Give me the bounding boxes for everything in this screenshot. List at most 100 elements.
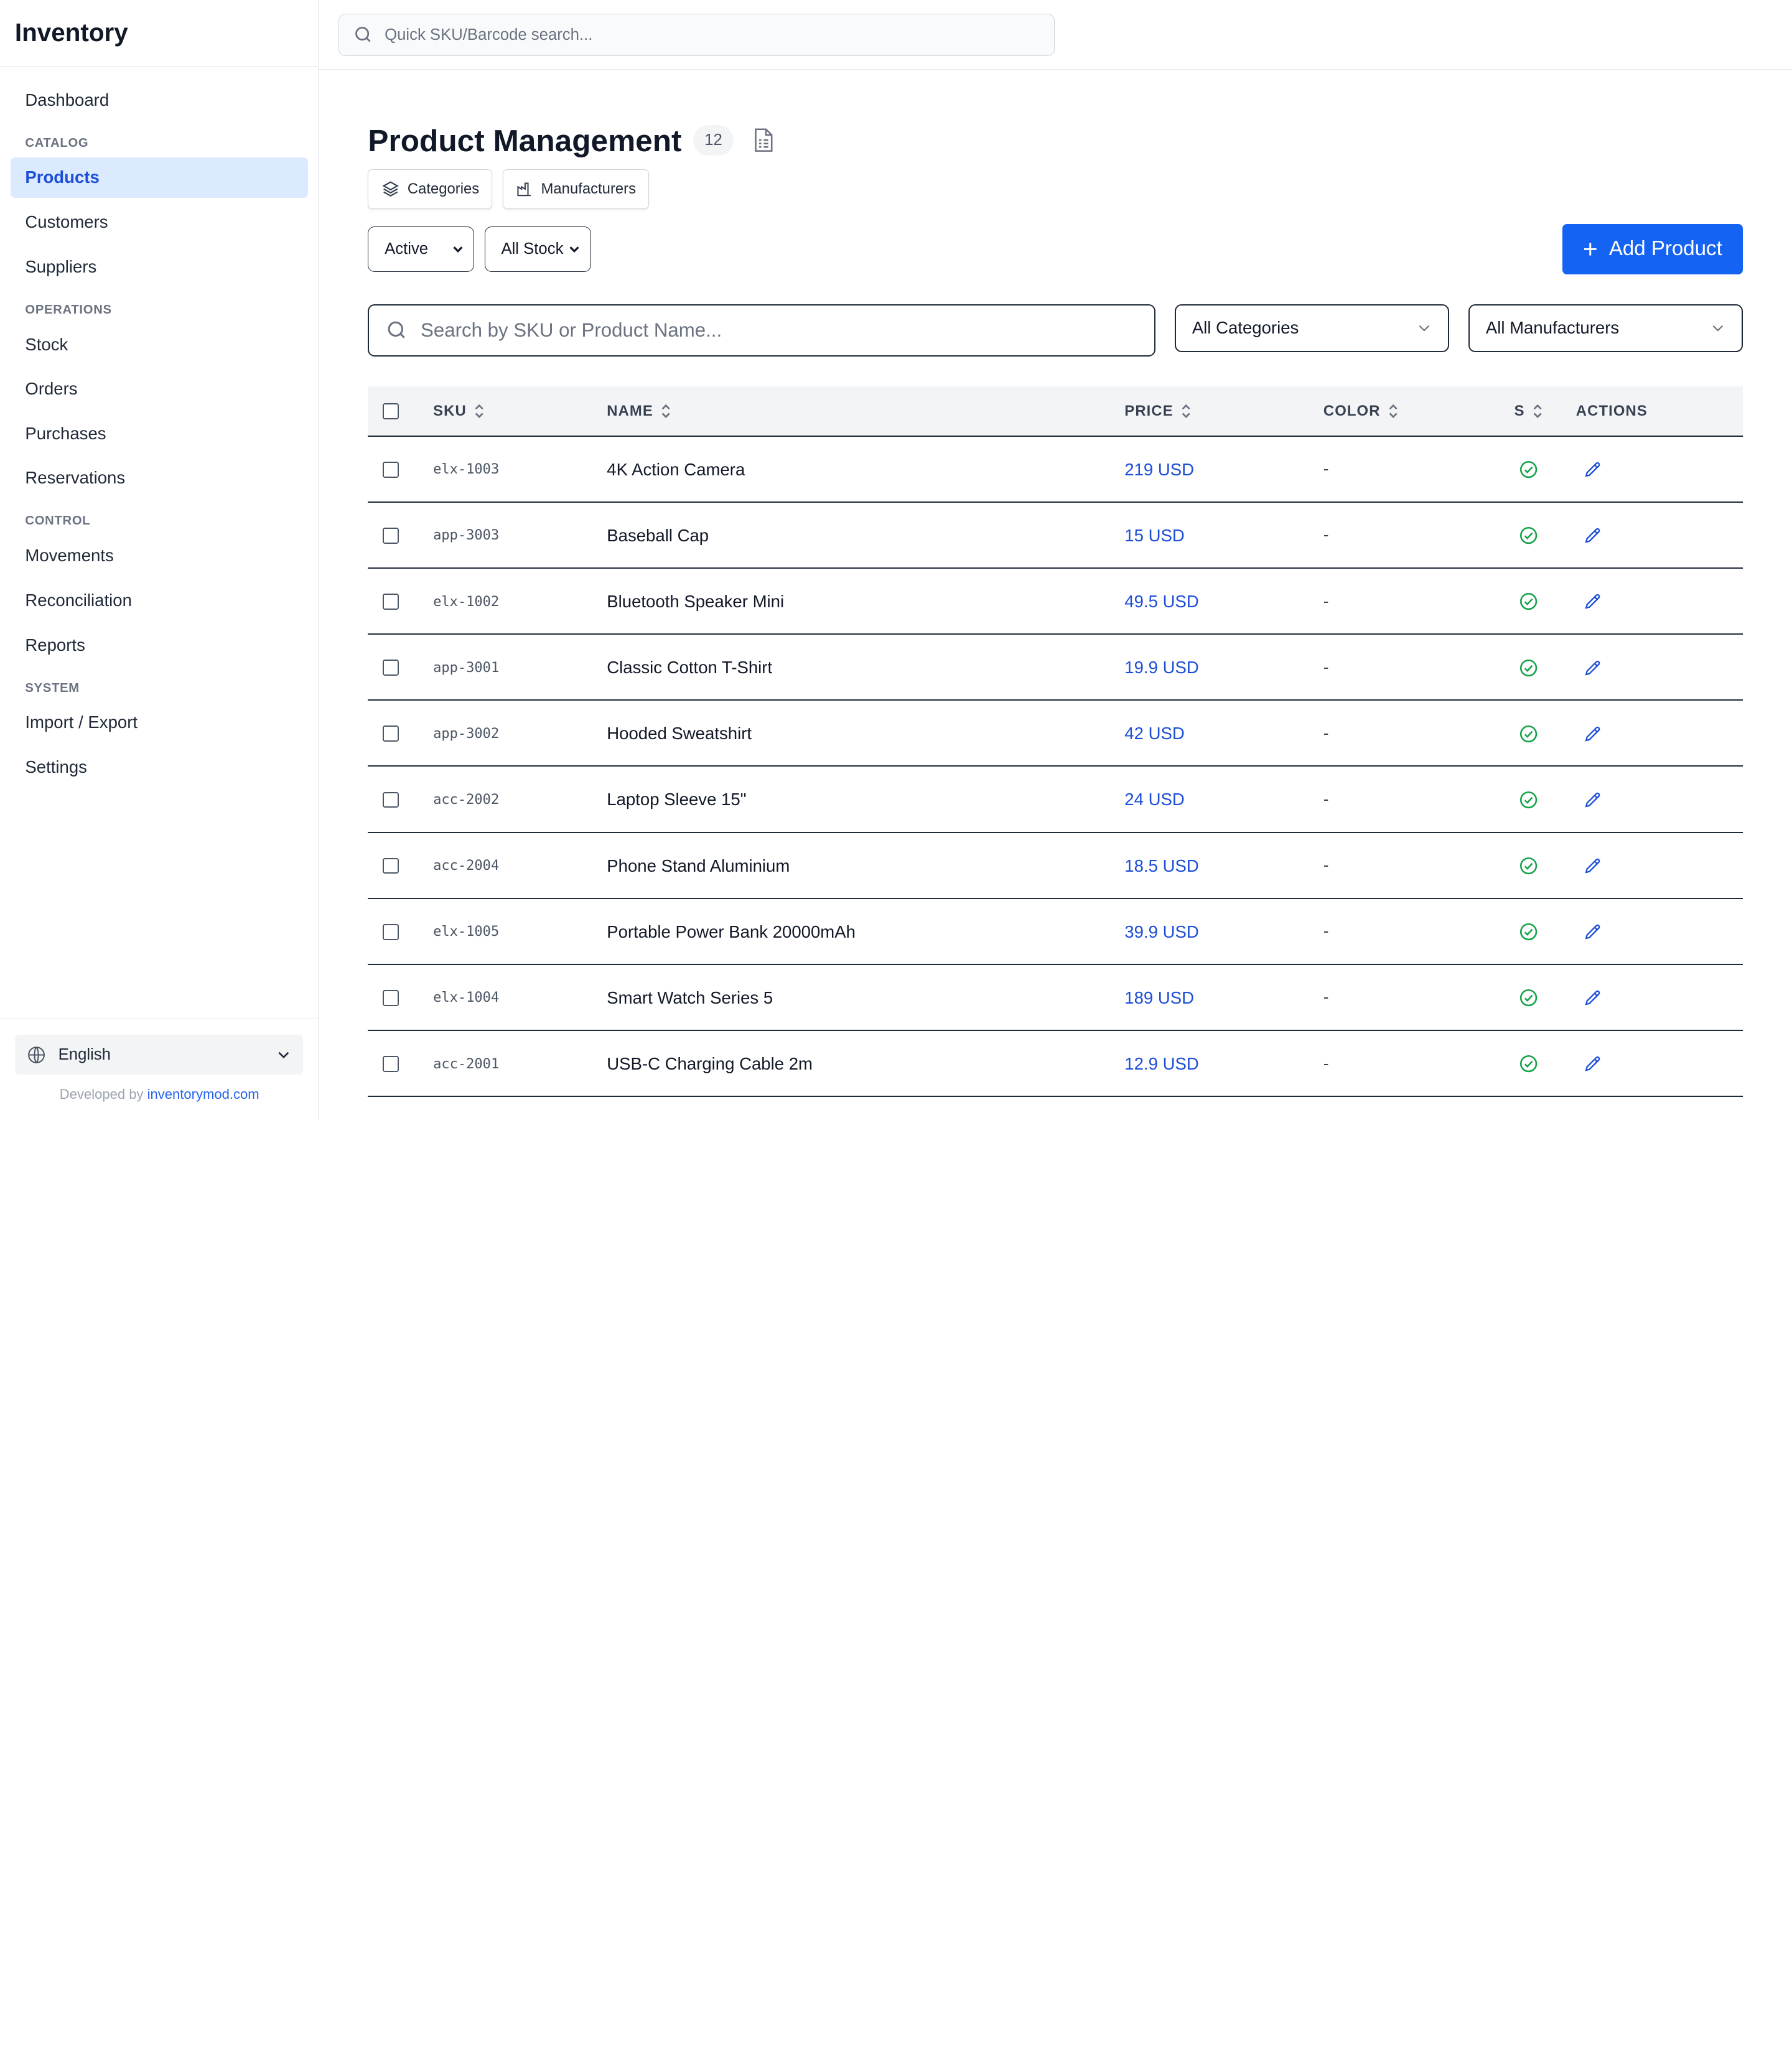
sidebar-item-purchases[interactable]: Purchases — [11, 414, 308, 454]
edit-action-cell[interactable] — [1583, 833, 1602, 899]
product-name-cell[interactable]: Phone Stand Aluminium — [607, 833, 790, 899]
price-cell[interactable]: 42 USD — [1124, 701, 1184, 767]
color-cell: - — [1323, 526, 1329, 544]
row-checkbox[interactable] — [383, 857, 399, 874]
price-cell[interactable]: 19.9 USD — [1124, 635, 1198, 701]
sidebar-item-orders[interactable]: Orders — [11, 369, 308, 409]
sidebar-item-stock[interactable]: Stock — [11, 325, 308, 365]
header-status[interactable]: S — [1514, 386, 1543, 437]
product-name-cell[interactable]: USB-C Charging Cable 2m — [607, 1031, 813, 1097]
pencil-icon[interactable] — [1583, 526, 1602, 545]
price-cell[interactable]: 12.9 USD — [1124, 1031, 1198, 1097]
stock-filter-select[interactable]: All Stock — [484, 226, 591, 273]
language-label: English — [58, 1045, 111, 1063]
row-checkbox[interactable] — [383, 461, 399, 478]
table-row[interactable]: app-3001 Classic Cotton T-Shirt 19.9 USD - — [368, 635, 1743, 701]
table-row[interactable]: elx-1005 Portable Power Bank 20000mAh 39.9… — [368, 899, 1743, 965]
edit-action-cell[interactable] — [1583, 437, 1602, 503]
row-checkbox[interactable] — [383, 725, 399, 742]
edit-action-cell[interactable] — [1583, 1031, 1602, 1097]
sidebar-item-import-export[interactable]: Import / Export — [11, 702, 308, 742]
edit-action-cell[interactable] — [1583, 767, 1602, 833]
table-row[interactable]: elx-1002 Bluetooth Speaker Mini 49.5 USD - — [368, 569, 1743, 635]
product-search-input[interactable] — [421, 319, 1129, 342]
sidebar-item-suppliers[interactable]: Suppliers — [11, 247, 308, 287]
product-name-cell[interactable]: Baseball Cap — [607, 503, 709, 569]
price-cell[interactable]: 49.5 USD — [1124, 569, 1198, 635]
categories-button[interactable]: Categories — [368, 169, 493, 210]
row-checkbox[interactable] — [383, 660, 399, 676]
product-name-cell[interactable]: Hooded Sweatshirt — [607, 701, 752, 767]
product-name-cell[interactable]: Portable Power Bank 20000mAh — [607, 899, 856, 965]
product-name-cell[interactable]: Bluetooth Speaker Mini — [607, 569, 784, 635]
price-cell[interactable]: 219 USD — [1124, 437, 1194, 503]
pencil-icon[interactable] — [1583, 790, 1602, 809]
product-name-cell[interactable]: Laptop Sleeve 15" — [607, 767, 746, 833]
row-checkbox[interactable] — [383, 791, 399, 808]
row-select-cell — [383, 965, 399, 1031]
header-color[interactable]: COLOR — [1323, 386, 1399, 437]
price-cell[interactable]: 189 USD — [1124, 965, 1194, 1031]
sidebar-item-settings[interactable]: Settings — [11, 747, 308, 787]
sidebar-item-dashboard[interactable]: Dashboard — [11, 80, 308, 120]
pencil-icon[interactable] — [1583, 1054, 1602, 1073]
table-row[interactable]: acc-2002 Laptop Sleeve 15" 24 USD - — [368, 767, 1743, 833]
select-all-checkbox[interactable] — [383, 403, 399, 420]
price-cell[interactable]: 18.5 USD — [1124, 833, 1198, 899]
nav-section-operations: OPERATIONS — [25, 302, 112, 317]
row-checkbox[interactable] — [383, 1056, 399, 1072]
quick-search-input[interactable] — [385, 26, 1025, 44]
pencil-icon[interactable] — [1583, 460, 1602, 479]
search-icon — [388, 322, 405, 339]
price-cell[interactable]: 24 USD — [1124, 767, 1184, 833]
edit-action-cell[interactable] — [1583, 569, 1602, 635]
color-cell: - — [1323, 857, 1329, 875]
row-checkbox[interactable] — [383, 923, 399, 940]
table-row[interactable]: elx-1003 4K Action Camera 219 USD - — [368, 437, 1743, 503]
manufacturers-button[interactable]: Manufacturers — [502, 169, 650, 210]
sidebar-item-reservations[interactable]: Reservations — [11, 458, 308, 498]
language-select[interactable]: English — [14, 1035, 303, 1075]
row-select-cell — [383, 1031, 399, 1097]
edit-action-cell[interactable] — [1583, 701, 1602, 767]
add-product-button[interactable]: + Add Product — [1562, 223, 1743, 274]
pencil-icon[interactable] — [1583, 922, 1602, 941]
price-cell[interactable]: 39.9 USD — [1124, 899, 1198, 965]
developer-link[interactable]: inventorymod.com — [147, 1086, 259, 1102]
row-checkbox[interactable] — [383, 990, 399, 1006]
category-select[interactable]: All Categories — [1175, 304, 1449, 352]
check-circle-icon — [1519, 725, 1538, 742]
product-name-cell[interactable]: 4K Action Camera — [607, 437, 745, 503]
edit-action-cell[interactable] — [1583, 899, 1602, 965]
edit-action-cell[interactable] — [1583, 503, 1602, 569]
pencil-icon[interactable] — [1583, 988, 1602, 1007]
pencil-icon[interactable] — [1583, 658, 1602, 678]
sidebar-item-movements[interactable]: Movements — [11, 536, 308, 576]
header-price[interactable]: PRICE — [1124, 386, 1192, 437]
edit-action-cell[interactable] — [1583, 635, 1602, 701]
table-row[interactable]: acc-2004 Phone Stand Aluminium 18.5 USD - — [368, 833, 1743, 899]
price-cell[interactable]: 15 USD — [1124, 503, 1184, 569]
sidebar-item-customers[interactable]: Customers — [11, 202, 308, 242]
product-name-cell[interactable]: Smart Watch Series 5 — [607, 965, 773, 1031]
table-row[interactable]: app-3002 Hooded Sweatshirt 42 USD - — [368, 701, 1743, 767]
pencil-icon[interactable] — [1583, 592, 1602, 611]
manufacturer-select[interactable]: All Manufacturers — [1468, 304, 1743, 352]
document-icon[interactable] — [752, 128, 775, 152]
table-row[interactable]: app-3003 Baseball Cap 15 USD - — [368, 503, 1743, 569]
table-row[interactable]: elx-1004 Smart Watch Series 5 189 USD - — [368, 965, 1743, 1032]
header-name[interactable]: NAME — [607, 386, 671, 437]
sidebar-item-reconciliation[interactable]: Reconciliation — [11, 581, 308, 620]
sidebar-item-products[interactable]: Products — [10, 157, 308, 198]
header-name-label: NAME — [607, 403, 653, 420]
sidebar-item-reports[interactable]: Reports — [11, 625, 308, 665]
product-name-cell[interactable]: Classic Cotton T-Shirt — [607, 635, 772, 701]
pencil-icon[interactable] — [1583, 856, 1602, 875]
row-checkbox[interactable] — [383, 527, 399, 544]
table-row[interactable]: acc-2001 USB-C Charging Cable 2m 12.9 USD - — [368, 1031, 1743, 1098]
header-sku[interactable]: SKU — [433, 386, 485, 437]
pencil-icon[interactable] — [1583, 724, 1602, 744]
status-filter-select[interactable]: Active — [368, 226, 475, 273]
edit-action-cell[interactable] — [1583, 965, 1602, 1031]
row-checkbox[interactable] — [383, 594, 399, 610]
